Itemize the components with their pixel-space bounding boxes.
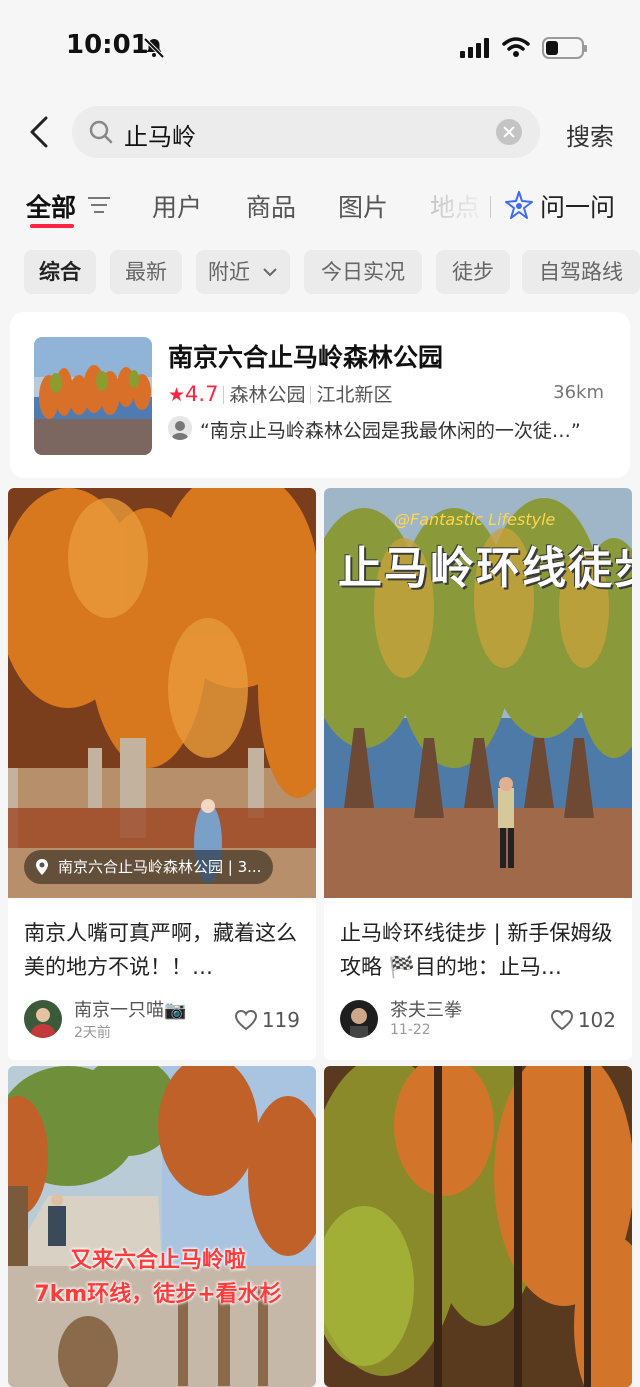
note-cover-image: 南京六合止马岭森林公园 | 3...: [8, 488, 316, 898]
wifi-icon: [502, 37, 530, 57]
location-pin-icon: [36, 859, 48, 875]
overlay-subtitle: 7km环线，徒步+看水杉: [34, 1282, 282, 1307]
overlay-title: 又来六合止马岭啦: [69, 1248, 246, 1273]
note-cover-image: [324, 1066, 632, 1387]
status-time: 10:01: [66, 30, 149, 60]
heart-icon: [234, 1009, 257, 1031]
like-count: 119: [261, 1008, 300, 1032]
post-time: 2天前: [74, 1025, 111, 1041]
like-button[interactable]: 102: [550, 1008, 616, 1032]
search-icon: [89, 120, 113, 144]
poi-card[interactable]: 南京六合止马岭森林公园 ★4.7 森林公园 江北新区 36km “南京止马岭森林公园…: [10, 312, 630, 478]
bell-muted-icon: [143, 37, 165, 59]
filter-icon[interactable]: [88, 196, 110, 214]
poi-thumbnail: [34, 337, 152, 455]
note-cover-image: @Fantastic Lifestyle 止马岭环线徒步: [324, 488, 632, 898]
chip-driving-route[interactable]: 自驾路线: [522, 250, 640, 294]
poi-distance: 36km: [553, 382, 604, 403]
location-tag-label: 南京六合止马岭森林公园 | 3...: [58, 858, 262, 876]
tab-products[interactable]: 商品: [246, 188, 296, 224]
post-time: 11-22: [390, 1022, 431, 1038]
note-card[interactable]: 又来六合止马岭啦 7km环线，徒步+看水杉: [8, 1066, 316, 1387]
clear-icon[interactable]: [496, 119, 522, 145]
category-tabs: 全部 用户 商品 图片 地点 问一问: [0, 184, 640, 232]
poi-name: 南京六合止马岭森林公园: [168, 343, 444, 372]
tab-ask[interactable]: 问一问: [540, 188, 615, 224]
active-tab-indicator: [30, 224, 74, 228]
search-bar[interactable]: 止马岭: [72, 106, 540, 158]
search-input[interactable]: 止马岭: [124, 117, 484, 152]
chip-comprehensive[interactable]: 综合: [24, 250, 96, 294]
chevron-down-icon: [263, 268, 277, 277]
poi-area: 江北新区: [316, 384, 393, 406]
heart-icon: [550, 1009, 573, 1031]
star-icon: ★: [168, 384, 186, 406]
note-title: 南京人嘴可真严啊，藏着这么美的地方不说！！…: [24, 921, 297, 979]
chip-nearby[interactable]: 附近: [196, 250, 290, 294]
poi-meta: ★4.7 森林公园 江北新区: [168, 380, 392, 407]
note-card[interactable]: @Fantastic Lifestyle 止马岭环线徒步 止马岭环线徒步 | 新…: [324, 488, 632, 1060]
overlay-subtitle: @Fantastic Lifestyle: [394, 510, 556, 529]
chip-latest[interactable]: 最新: [110, 250, 182, 294]
signal-icon: [460, 38, 489, 58]
note-card[interactable]: 南京六合止马岭森林公园 | 3... 南京人嘴可真严啊，藏着这么美的地方不说！！…: [8, 488, 316, 1060]
search-button[interactable]: 搜索: [566, 117, 614, 152]
location-tag[interactable]: 南京六合止马岭森林公园 | 3...: [24, 850, 274, 884]
poi-category: 森林公园: [229, 384, 306, 406]
chevron-left-icon[interactable]: [26, 114, 54, 150]
ai-star-icon: [505, 191, 533, 219]
note-cover-image: 又来六合止马岭啦 7km环线，徒步+看水杉: [8, 1066, 316, 1387]
overlay-title: 止马岭环线徒步: [338, 543, 632, 594]
author-name[interactable]: 茶夫三拳: [390, 996, 462, 1022]
tab-images[interactable]: 图片: [338, 188, 388, 224]
avatar[interactable]: [24, 1000, 62, 1038]
filter-chips: 综合 最新 附近 今日实况 徒步 自驾路线: [24, 250, 640, 296]
like-count: 102: [577, 1008, 616, 1032]
chip-today-live[interactable]: 今日实况: [304, 250, 422, 294]
author-name[interactable]: 南京一只喵📷: [74, 996, 186, 1022]
battery-icon: [542, 37, 587, 59]
tab-users[interactable]: 用户: [152, 188, 202, 224]
tab-divider: [490, 196, 491, 218]
like-button[interactable]: 119: [234, 1008, 300, 1032]
poi-rating: 4.7: [185, 382, 219, 406]
status-bar: 10:01: [0, 0, 640, 92]
avatar[interactable]: [340, 1000, 378, 1038]
tab-all[interactable]: 全部: [26, 188, 76, 224]
chip-hiking[interactable]: 徒步: [436, 250, 510, 294]
note-card[interactable]: [324, 1066, 632, 1387]
chip-nearby-label: 附近: [208, 260, 250, 284]
avatar: [168, 416, 192, 440]
poi-review-quote: “南京止马岭森林公园是我最休闲的一次徒…”: [200, 420, 581, 442]
tab-fade: [420, 184, 490, 228]
note-title: 止马岭环线徒步 | 新手保姆级攻略 🏁目的地：止马…: [340, 921, 613, 979]
